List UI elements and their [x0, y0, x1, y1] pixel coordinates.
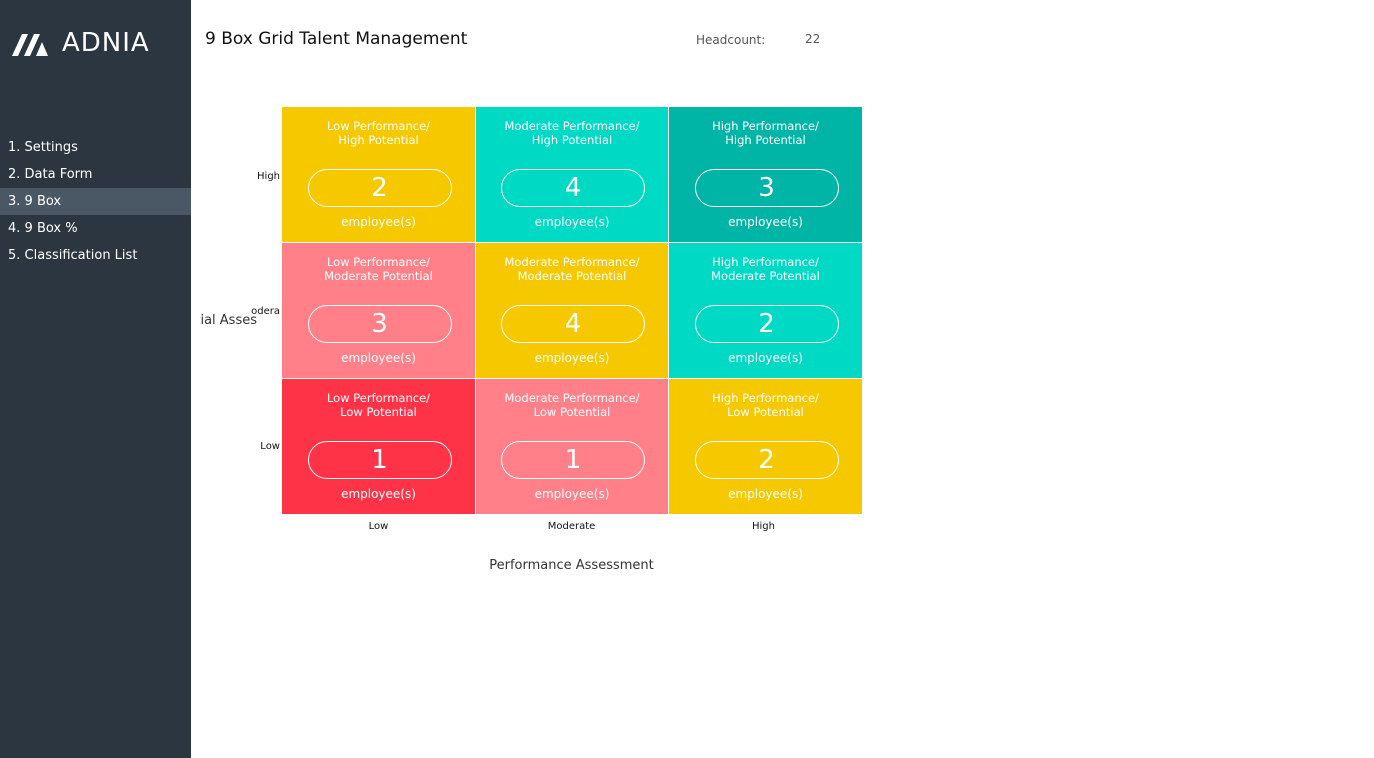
grid-cell-low-perf-moderate-pot[interactable]: Low Performance/Moderate Potential 3 emp… — [282, 243, 475, 378]
sidebar-nav: 1. Settings 2. Data Form 3. 9 Box 4. 9 B… — [0, 134, 191, 269]
cell-title: Low Performance/Low Potential — [326, 391, 431, 419]
cell-unit-label: employee(s) — [341, 215, 416, 229]
count-pill: 2 — [307, 169, 452, 207]
y-axis-label: tial Asses — [200, 313, 257, 328]
cell-title: Low Performance/High Potential — [326, 119, 431, 147]
cell-title: Moderate Performance/Low Potential — [504, 391, 640, 419]
cell-unit-label: employee(s) — [534, 351, 610, 365]
grid-cell-low-perf-low-pot[interactable]: Low Performance/Low Potential 1 employee… — [282, 379, 475, 514]
headcount-label: Headcount: — [696, 33, 766, 47]
cell-unit-label: employee(s) — [728, 351, 803, 365]
y-tick-high: High — [257, 171, 280, 182]
cell-title: High Performance/High Potential — [712, 119, 819, 147]
logo-text: ADNIA — [62, 28, 150, 58]
count-pill: 3 — [307, 305, 452, 343]
sidebar-item-classification-list[interactable]: 5. Classification List — [0, 242, 191, 269]
grid-cell-low-perf-high-pot[interactable]: Low Performance/High Potential 2 employe… — [282, 107, 475, 242]
sidebar-item-9-box[interactable]: 3. 9 Box — [0, 188, 191, 215]
nine-box-grid: Low Performance/High Potential 2 employe… — [282, 107, 862, 514]
cell-title: Moderate Performance/Moderate Potential — [504, 255, 640, 283]
cell-unit-label: employee(s) — [534, 487, 610, 501]
cell-title: Moderate Performance/High Potential — [504, 119, 640, 147]
page-title: 9 Box Grid Talent Management — [205, 29, 468, 49]
adnia-logo-icon — [12, 34, 48, 56]
cell-title: Low Performance/Moderate Potential — [324, 255, 433, 283]
count-pill: 3 — [694, 169, 839, 207]
cell-title: High Performance/Moderate Potential — [711, 255, 820, 283]
y-tick-low: Low — [260, 441, 280, 452]
count-pill: 4 — [501, 305, 645, 343]
cell-unit-label: employee(s) — [341, 351, 416, 365]
sidebar-item-9-box-percent[interactable]: 4. 9 Box % — [0, 215, 191, 242]
x-axis-label: Performance Assessment — [489, 558, 654, 573]
cell-unit-label: employee(s) — [728, 487, 803, 501]
cell-unit-label: employee(s) — [341, 487, 416, 501]
grid-cell-high-perf-low-pot[interactable]: High Performance/Low Potential 2 employe… — [669, 379, 862, 514]
logo: ADNIA — [12, 28, 150, 58]
grid-cell-high-perf-high-pot[interactable]: High Performance/High Potential 3 employ… — [669, 107, 862, 242]
headcount-value: 22 — [805, 32, 821, 46]
sidebar-item-settings[interactable]: 1. Settings — [0, 134, 191, 161]
count-pill: 2 — [694, 441, 839, 479]
x-tick-low: Low — [368, 521, 389, 532]
count-pill: 1 — [307, 441, 452, 479]
grid-cell-moderate-perf-low-pot[interactable]: Moderate Performance/Low Potential 1 emp… — [476, 379, 668, 514]
cell-title: High Performance/Low Potential — [712, 391, 819, 419]
sidebar-item-data-form[interactable]: 2. Data Form — [0, 161, 191, 188]
grid-cell-moderate-perf-moderate-pot[interactable]: Moderate Performance/Moderate Potential … — [476, 243, 668, 378]
cell-unit-label: employee(s) — [728, 215, 803, 229]
count-pill: 2 — [694, 305, 839, 343]
x-tick-high: High — [752, 521, 775, 532]
x-tick-moderate: Moderate — [547, 521, 596, 532]
sidebar: ADNIA 1. Settings 2. Data Form 3. 9 Box … — [0, 0, 191, 758]
count-pill: 1 — [501, 441, 645, 479]
cell-unit-label: employee(s) — [534, 215, 610, 229]
grid-cell-high-perf-moderate-pot[interactable]: High Performance/Moderate Potential 2 em… — [669, 243, 862, 378]
count-pill: 4 — [501, 169, 645, 207]
grid-cell-moderate-perf-high-pot[interactable]: Moderate Performance/High Potential 4 em… — [476, 107, 668, 242]
